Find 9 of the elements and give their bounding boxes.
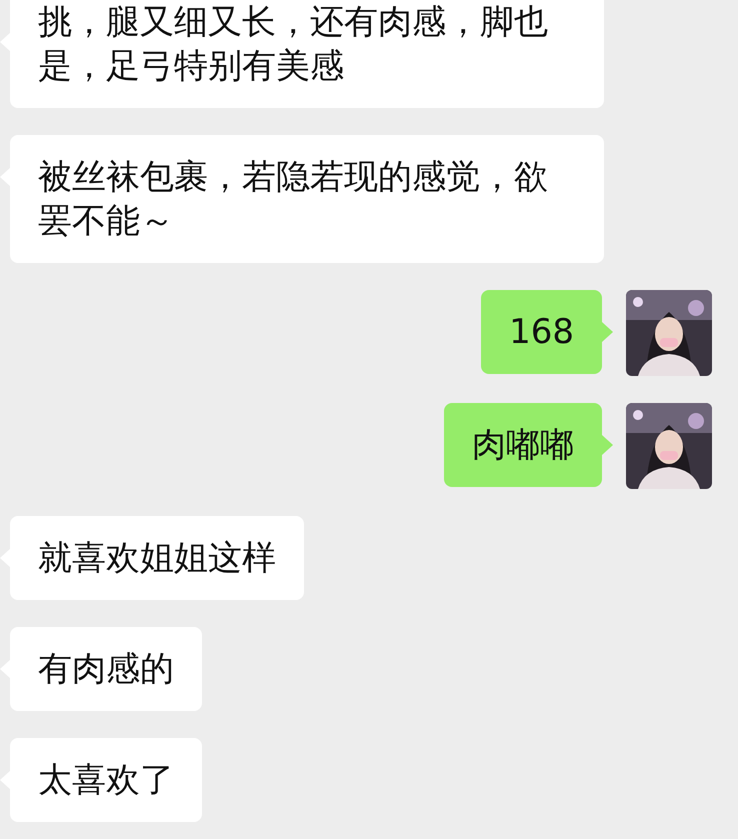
message-bubble: 就喜欢姐姐这样 xyxy=(10,516,304,600)
bubble-tail xyxy=(602,322,613,342)
message-bubble: 被丝袜包裹，若隐若现的感觉，欲罢不能～ xyxy=(10,135,604,263)
message-bubble: 太喜欢了 xyxy=(10,738,202,822)
message-bubble: 肉嘟嘟 xyxy=(444,403,602,487)
bubble-tail xyxy=(602,435,613,455)
message-bubble: 挑，腿又细又长，还有肉感，脚也是，足弓特别有美感 xyxy=(10,0,604,108)
message-bubble: 168 xyxy=(481,290,602,374)
message-bubble: 有肉感的 xyxy=(10,627,202,711)
